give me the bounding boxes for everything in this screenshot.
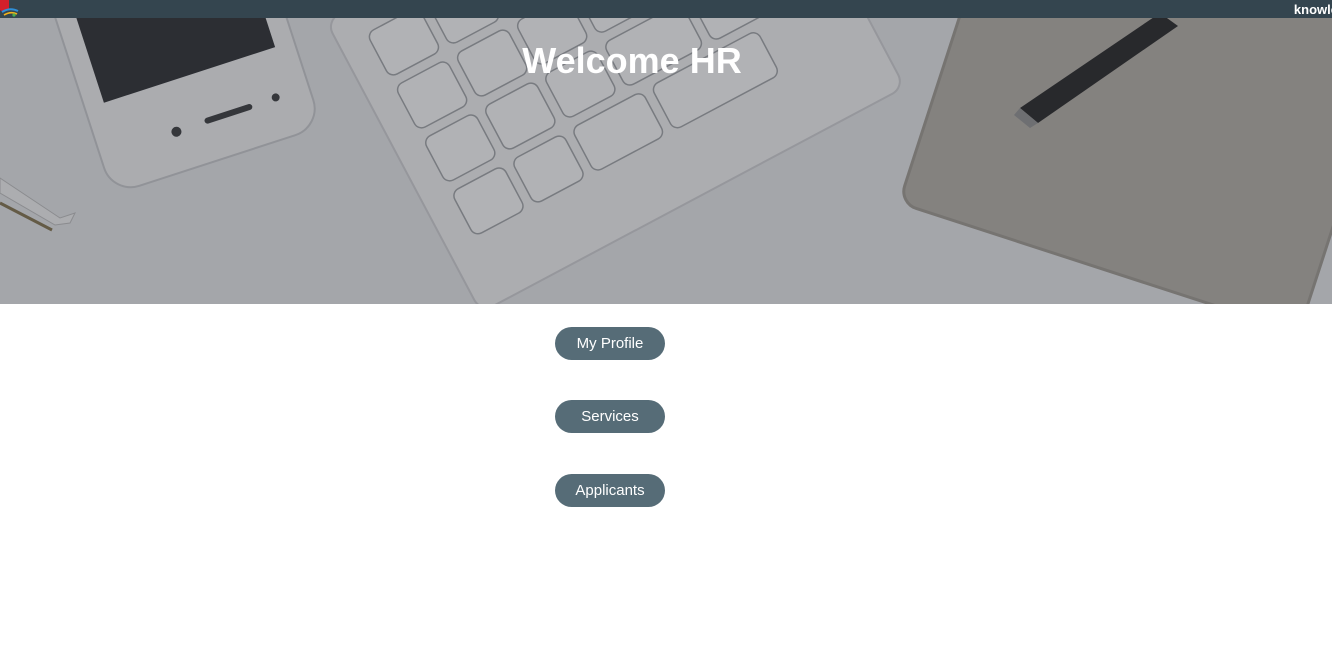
company-logo-icon[interactable] [0, 0, 20, 18]
services-button[interactable]: Services [555, 400, 665, 433]
my-profile-button[interactable]: My Profile [555, 327, 665, 360]
top-navbar: knowle [0, 0, 1332, 18]
brand-name[interactable]: knowle [1294, 2, 1332, 17]
hero-banner: Welcome HR [0, 18, 1332, 304]
hr-menu: My Profile Services Applicants [555, 327, 665, 547]
page-title: Welcome HR [522, 40, 742, 81]
applicants-button[interactable]: Applicants [555, 474, 665, 507]
